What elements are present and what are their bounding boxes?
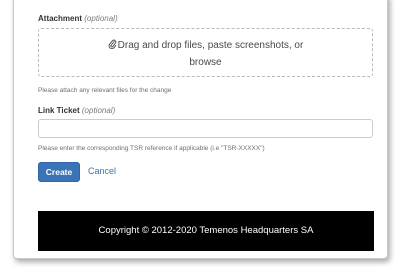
- attachment-label: Attachment (optional): [38, 14, 118, 23]
- link-ticket-label-text: Link Ticket: [38, 106, 80, 115]
- dropzone-line: Drag and drop files, paste screenshots, …: [108, 39, 304, 51]
- create-button[interactable]: Create: [38, 162, 80, 182]
- link-ticket-label: Link Ticket (optional): [38, 106, 115, 115]
- attachment-optional-tag: (optional): [84, 14, 118, 23]
- dropzone-text: Drag and drop files, paste screenshots, …: [117, 40, 304, 51]
- cancel-link[interactable]: Cancel: [88, 166, 116, 176]
- footer-copyright: Copyright © 2012-2020 Temenos Headquarte…: [98, 225, 314, 236]
- link-ticket-optional-tag: (optional): [81, 106, 116, 115]
- attachment-help-text: Please attach any relevant files for the…: [38, 87, 172, 94]
- browse-link[interactable]: browse: [39, 54, 372, 71]
- attachment-dropzone[interactable]: Drag and drop files, paste screenshots, …: [38, 28, 373, 77]
- link-ticket-input[interactable]: [38, 119, 373, 138]
- attachment-label-text: Attachment: [38, 14, 83, 23]
- paperclip-icon: [108, 39, 116, 49]
- footer: Copyright © 2012-2020 Temenos Headquarte…: [38, 211, 374, 251]
- link-ticket-help-text: Please enter the corresponding TSR refer…: [38, 145, 265, 152]
